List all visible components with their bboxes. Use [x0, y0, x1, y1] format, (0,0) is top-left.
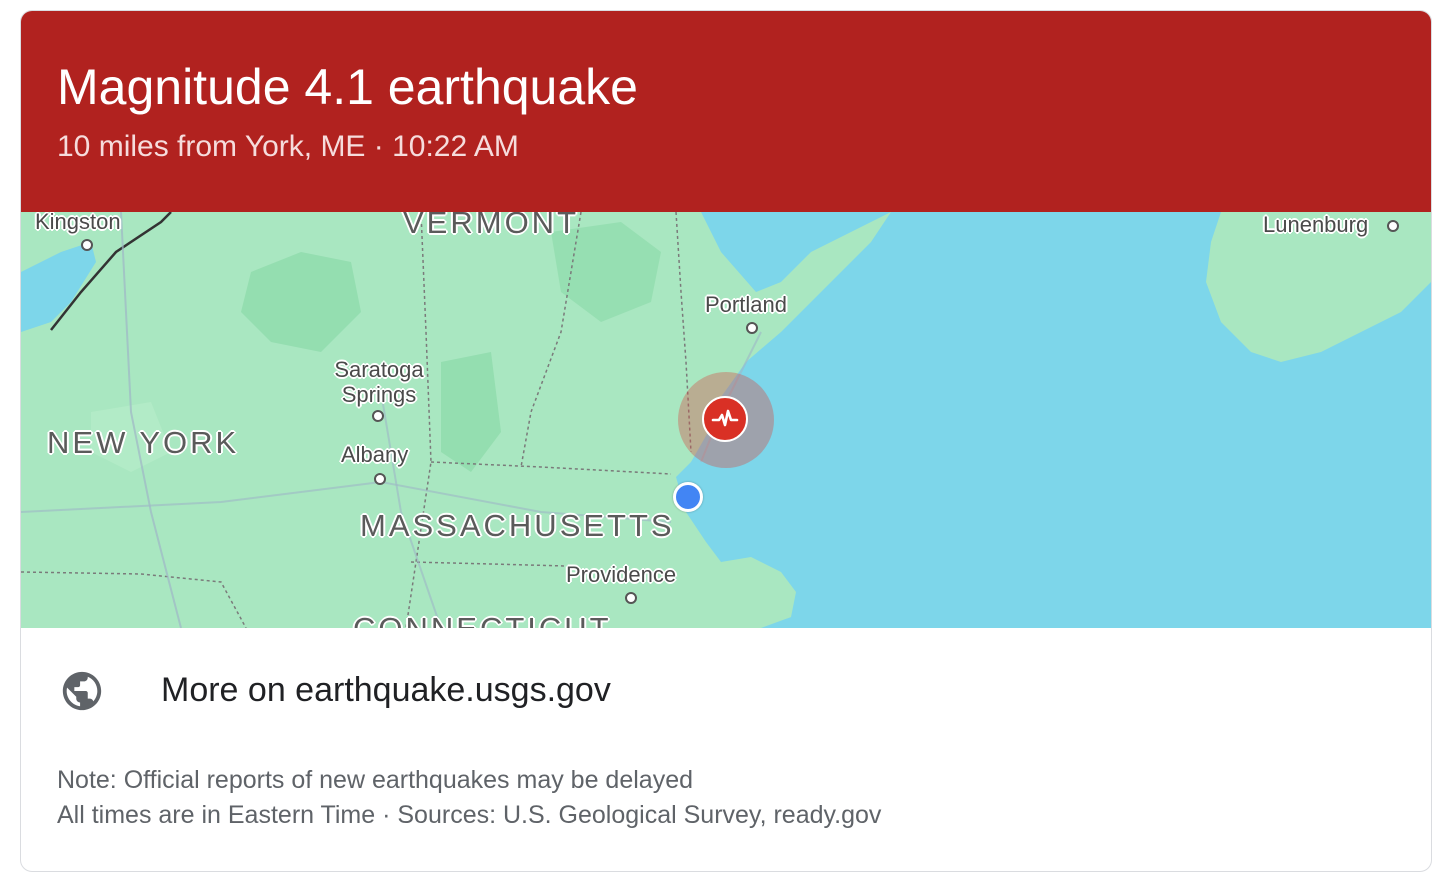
earthquake-card: Magnitude 4.1 earthquake 10 miles from Y… — [20, 10, 1432, 872]
state-label-connecticut: CONNECTICUT — [353, 612, 612, 629]
city-dot-providence — [625, 592, 637, 604]
more-link-label[interactable]: More on earthquake.usgs.gov — [161, 670, 611, 710]
earthquake-header: Magnitude 4.1 earthquake 10 miles from Y… — [21, 11, 1431, 212]
note-sources: All times are in Eastern Time · Sources:… — [57, 801, 882, 829]
earthquake-title: Magnitude 4.1 earthquake — [57, 59, 638, 115]
footnotes: Note: Official reports of new earthquake… — [57, 763, 881, 833]
city-dot-kingston — [81, 239, 93, 251]
more-on-usgs-link[interactable]: More on earthquake.usgs.gov — [21, 628, 1431, 748]
city-dot-portland — [746, 322, 758, 334]
city-label-lunenburg: Lunenburg — [1263, 212, 1369, 237]
globe-icon — [62, 671, 102, 711]
city-label-saratoga: Saratoga Springs — [334, 357, 424, 407]
city-label-providence: Providence — [566, 562, 677, 587]
current-location-dot — [673, 482, 703, 512]
earthquake-map[interactable]: Kingston Portland Saratoga Springs Alban… — [21, 212, 1431, 628]
seismograph-icon — [711, 409, 739, 427]
state-label-massachusetts: MASSACHUSETTS — [360, 508, 675, 543]
city-label-kingston: Kingston — [35, 212, 121, 234]
state-label-new-york: NEW YORK — [47, 425, 240, 460]
city-dot-saratoga — [372, 410, 384, 422]
state-label-vermont: VERMONT — [403, 212, 579, 240]
quake-marker[interactable] — [702, 396, 748, 442]
city-label-albany: Albany — [341, 442, 409, 467]
note-delay: Note: Official reports of new earthquake… — [57, 766, 693, 794]
city-label-portland: Portland — [705, 292, 787, 317]
city-dot-albany — [374, 473, 386, 485]
earthquake-subtitle: 10 miles from York, ME · 10:22 AM — [57, 130, 519, 163]
city-dot-lunenburg — [1387, 220, 1399, 232]
